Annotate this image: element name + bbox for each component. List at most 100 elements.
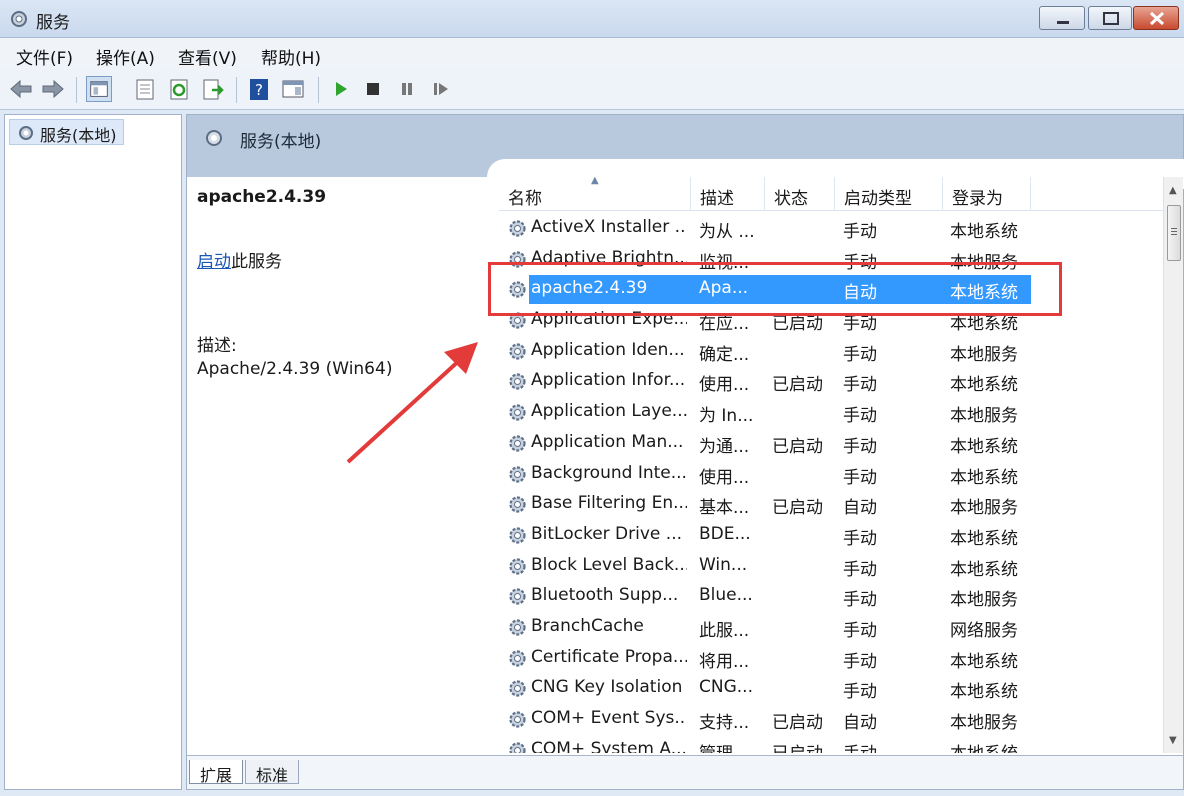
red-arrow-icon: [346, 342, 478, 464]
service-row[interactable]: CNG Key Isolation CNG... 手动 本地系统: [499, 673, 1163, 704]
cell-description: CNG...: [699, 677, 753, 698]
minimize-button[interactable]: [1039, 6, 1085, 30]
service-row[interactable]: Application Man... 为通... 已启动 手动 本地系统: [499, 428, 1163, 459]
start-service-link[interactable]: 启动: [197, 252, 231, 272]
cell-name: BitLocker Drive ...: [531, 523, 682, 544]
column-header-name[interactable]: ▲ 名称: [499, 177, 691, 211]
column-header-status[interactable]: 状态: [765, 177, 835, 211]
description-label: 描述:: [197, 336, 237, 356]
cell-name: COM+ Event Sys...: [531, 708, 687, 728]
service-gear-icon: [507, 218, 528, 239]
service-gear-icon: [507, 678, 528, 699]
services-gear-icon: [206, 130, 222, 146]
service-gear-icon: [507, 740, 528, 753]
pause-service-icon[interactable]: [394, 76, 420, 102]
cell-name: Background Inte...: [531, 462, 687, 483]
vertical-scrollbar[interactable]: ▲ ▼: [1163, 177, 1183, 753]
show-tree-icon[interactable]: [86, 76, 112, 102]
stop-service-icon[interactable]: [360, 76, 386, 102]
properties-icon[interactable]: [132, 76, 158, 102]
cell-startup-type: 手动: [843, 528, 877, 549]
title-bar: 服务: [0, 0, 1184, 38]
cell-description: 确定...: [699, 344, 750, 365]
cell-description: 将用...: [699, 651, 750, 672]
cell-description: Blue...: [699, 585, 753, 606]
menu-file[interactable]: 文件(F): [16, 44, 73, 69]
menu-view[interactable]: 查看(V): [178, 44, 237, 69]
restart-service-icon[interactable]: [428, 76, 454, 102]
services-pane: 服务(本地) apache2.4.39 启动此服务 描述: Apache/2.4…: [186, 114, 1184, 790]
service-row[interactable]: Background Inte... 使用... 手动 本地系统: [499, 459, 1163, 490]
help-icon[interactable]: ?: [246, 76, 272, 102]
service-row[interactable]: Application Infor... 使用... 已启动 手动 本地系统: [499, 366, 1163, 397]
service-gear-icon: [507, 709, 528, 730]
cell-description: 使用...: [699, 375, 750, 396]
service-gear-icon: [507, 371, 528, 392]
service-gear-icon: [507, 494, 528, 515]
services-gear-icon: [19, 126, 33, 140]
forward-arrow-icon[interactable]: [40, 76, 66, 102]
cell-logon-as: 本地系统: [950, 528, 1018, 549]
scroll-thumb[interactable]: [1167, 205, 1181, 261]
scroll-up-icon[interactable]: ▲: [1169, 185, 1177, 196]
cell-startup-type: 手动: [843, 222, 877, 242]
start-service-action: 启动此服务: [197, 247, 282, 272]
tree-item-local-services[interactable]: 服务(本地): [9, 119, 124, 145]
cell-name: Application Laye...: [531, 401, 687, 422]
services-gear-icon: [11, 11, 27, 27]
cell-status: 已启动: [772, 436, 823, 457]
column-header-startup-type[interactable]: 启动类型: [835, 177, 943, 211]
export-list-icon[interactable]: [200, 76, 226, 102]
cell-name: Application Iden...: [531, 339, 685, 360]
cell-name: Application Infor...: [531, 370, 686, 391]
service-row[interactable]: Application Laye... 为 In... 手动 本地服务: [499, 397, 1163, 428]
maximize-icon: [1103, 12, 1119, 25]
list-header: ▲ 名称 描述 状态 启动类型 登录为: [499, 177, 1163, 211]
action-pane-icon[interactable]: [280, 76, 306, 102]
cell-description: BDE...: [699, 523, 751, 544]
maximize-button[interactable]: [1088, 6, 1132, 30]
cell-name: COM+ System A...: [531, 738, 687, 753]
service-gear-icon: [507, 648, 528, 669]
service-row[interactable]: COM+ Event Sys... 支持... 已启动 自动 本地服务: [499, 704, 1163, 735]
cell-description: 为通...: [699, 436, 750, 457]
menu-action[interactable]: 操作(A): [96, 44, 155, 69]
close-button[interactable]: [1133, 6, 1179, 30]
menu-bar: 文件(F) 操作(A) 查看(V) 帮助(H): [0, 38, 1184, 70]
refresh-icon[interactable]: [166, 76, 192, 102]
cell-startup-type: 手动: [843, 682, 877, 703]
service-row[interactable]: BranchCache 此服... 手动 网络服务: [499, 612, 1163, 643]
menu-help[interactable]: 帮助(H): [261, 44, 321, 69]
service-row[interactable]: Certificate Propa... 将用... 手动 本地系统: [499, 643, 1163, 674]
cell-startup-type: 手动: [843, 739, 939, 753]
column-header-logon-as[interactable]: 登录为: [943, 177, 1031, 211]
service-row[interactable]: BitLocker Drive ... BDE... 手动 本地系统: [499, 520, 1163, 551]
sort-ascending-icon: ▲: [591, 177, 599, 186]
cell-name: Certificate Propa...: [531, 646, 687, 667]
window-title: 服务: [36, 13, 70, 33]
scroll-down-icon[interactable]: ▼: [1169, 735, 1177, 746]
service-row[interactable]: Bluetooth Supp... Blue... 手动 本地服务: [499, 581, 1163, 612]
cell-description: 基本...: [699, 498, 750, 519]
cell-startup-type: 手动: [843, 620, 877, 641]
cell-logon-as: 本地系统: [950, 682, 1018, 703]
start-service-icon[interactable]: [328, 76, 354, 102]
cell-name: CNG Key Isolation: [531, 677, 683, 698]
service-row[interactable]: ActiveX Installer ... 为从 ... 手动 本地系统: [499, 213, 1163, 244]
back-arrow-icon[interactable]: [8, 76, 34, 102]
cell-name: ActiveX Installer ...: [531, 217, 687, 237]
cell-startup-type: 手动: [843, 590, 877, 611]
minimize-icon: [1057, 21, 1069, 24]
tab-extended[interactable]: 扩展: [189, 760, 244, 785]
service-row[interactable]: Application Iden... 确定... 手动 本地服务: [499, 336, 1163, 367]
tab-standard[interactable]: 标准: [245, 760, 300, 785]
cell-logon-as: 本地系统: [950, 651, 1018, 672]
cell-logon-as: 本地系统: [950, 467, 1018, 488]
cell-logon-as: 本地服务: [950, 344, 1018, 365]
service-row[interactable]: Base Filtering En... 基本... 已启动 自动 本地服务: [499, 489, 1163, 520]
cell-description: Win...: [699, 554, 748, 575]
service-gear-icon: [507, 433, 528, 454]
service-row[interactable]: Block Level Back... Win... 手动 本地系统: [499, 551, 1163, 582]
column-header-description[interactable]: 描述: [691, 177, 765, 211]
service-row[interactable]: COM+ System A... 管理... 已启动手动本地系统: [499, 735, 1163, 753]
